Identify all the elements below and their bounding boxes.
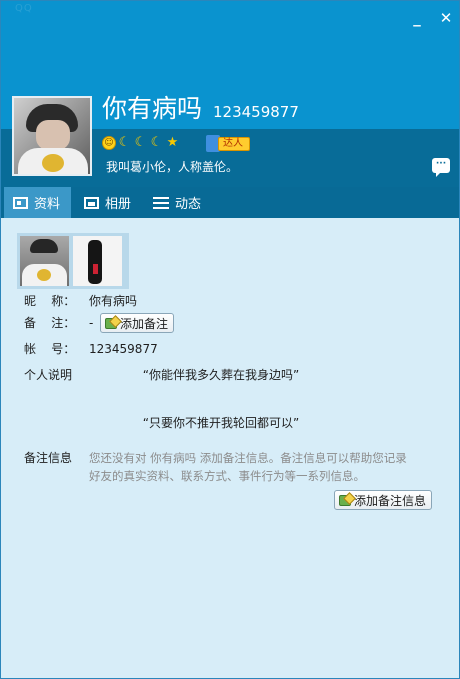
- tab-feed[interactable]: 动态: [150, 187, 210, 218]
- tab-feed-label: 动态: [175, 197, 202, 212]
- tab-profile-label: 资料: [34, 197, 61, 212]
- profile-window: QQ _ ✕ 你有病吗 123459877 ☺ ☾ ☾ ☾ ★ 达人 我叫葛小伦…: [0, 0, 460, 679]
- photo-thumbnail[interactable]: [20, 236, 69, 286]
- add-remark-button-label: 添加备注: [120, 316, 169, 331]
- moon-icon: ☾: [134, 135, 147, 150]
- account-value: 123459877: [89, 342, 158, 356]
- add-remark-info-button-label: 添加备注信息: [354, 493, 427, 508]
- moon-icon: ☾: [150, 135, 163, 150]
- star-icon: ★: [166, 135, 179, 150]
- chat-bubble-icon[interactable]: ···: [432, 158, 450, 177]
- badge-label: 达人: [218, 136, 250, 151]
- tab-album-label: 相册: [105, 197, 132, 212]
- tab-bar: 资料 相册 动态: [1, 187, 459, 218]
- remark-info-label: 备注信息: [24, 451, 73, 465]
- remark-info-text: 您还没有对 你有病吗 添加备注信息。备注信息可以帮助您记录 好友的真实资料、联系…: [89, 449, 429, 485]
- minimize-button[interactable]: _: [408, 10, 426, 26]
- remark-info-line: 好友的真实资料、联系方式、事件行为等一系列信息。: [89, 469, 365, 483]
- photo-strip: [17, 233, 129, 289]
- remark-info-line: 您还没有对 你有病吗 添加备注信息。备注信息可以帮助您记录: [89, 451, 407, 465]
- close-button[interactable]: ✕: [437, 10, 455, 26]
- profile-header: QQ _ ✕ 你有病吗 123459877 ☺ ☾ ☾ ☾ ★ 达人 我叫葛小伦…: [1, 1, 459, 187]
- profile-card-icon: [13, 196, 28, 209]
- bio-line: “你能伴我多久葬在我身边吗”: [142, 368, 300, 382]
- edit-note-icon: [105, 317, 117, 329]
- remark-label: 备 注：: [24, 316, 76, 330]
- tab-profile[interactable]: 资料: [4, 187, 71, 218]
- moon-icon: ☾: [118, 135, 131, 150]
- avatar[interactable]: [12, 96, 92, 176]
- photo-thumbnail[interactable]: [73, 236, 122, 286]
- nickname-value: 你有病吗: [89, 294, 138, 308]
- album-icon: [84, 196, 99, 209]
- bio-line: “只要你不推开我轮回都可以”: [142, 416, 300, 430]
- bio-label: 个人说明: [24, 368, 73, 382]
- add-remark-info-button[interactable]: 添加备注信息: [334, 490, 433, 510]
- edit-note-icon: [339, 494, 351, 506]
- add-remark-button[interactable]: 添加备注: [100, 313, 175, 333]
- account-label: 帐 号：: [24, 342, 76, 356]
- level-icons[interactable]: ☺ ☾ ☾ ☾ ★: [102, 135, 180, 151]
- sun-icon: ☺: [102, 136, 116, 150]
- remark-value: -: [89, 316, 94, 330]
- signature: 我叫葛小伦，人称盖伦。: [106, 160, 239, 174]
- account-id: 123459877: [213, 103, 299, 121]
- nickname-label: 昵 称：: [24, 294, 76, 308]
- nickname-title: 你有病吗: [102, 94, 203, 123]
- header-watermark: QQ: [15, 3, 33, 14]
- tab-album[interactable]: 相册: [81, 187, 139, 218]
- feed-list-icon: [153, 196, 169, 209]
- talent-badge[interactable]: 达人: [206, 135, 250, 152]
